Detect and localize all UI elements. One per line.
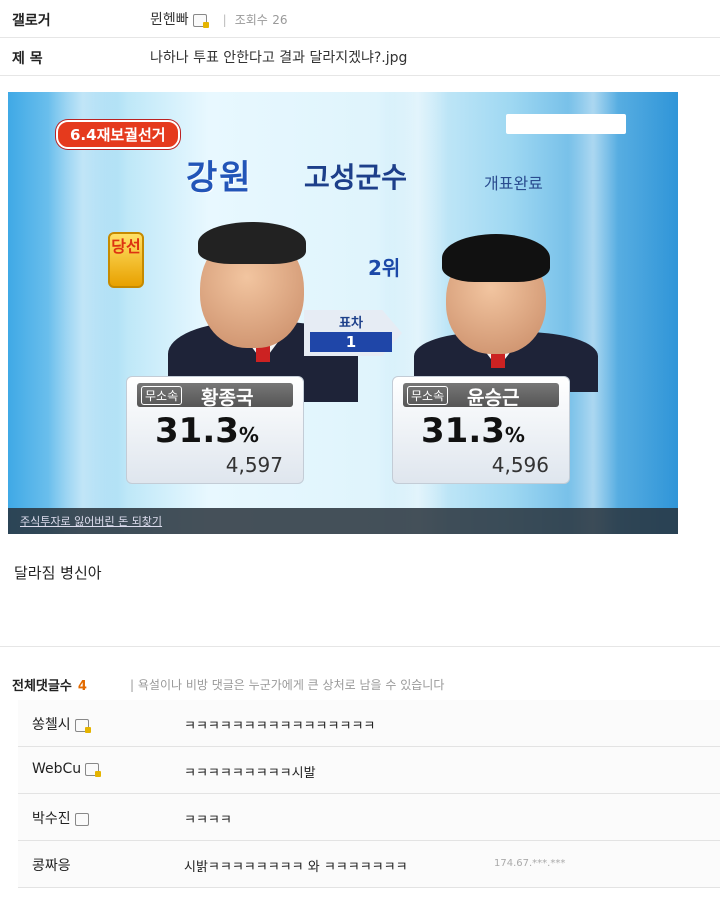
- candidate2-pct: 31.3%: [421, 411, 525, 451]
- count-status: 개표완료: [484, 174, 543, 193]
- winner-mark: 당선: [108, 232, 144, 288]
- candidate1-portrait: [148, 212, 358, 402]
- comment-row: 콩짜응 시밝ㅋㅋㅋㅋㅋㅋㅋㅋ 와 ㅋㅋㅋㅋㅋㅋㅋ 174.67.***.***: [18, 841, 720, 888]
- comment-author[interactable]: 콩짜응: [32, 855, 71, 875]
- curtain-decoration: [48, 92, 118, 534]
- comment-author[interactable]: 쏭첼시: [32, 714, 91, 734]
- comment-row: 박수진 ㅋㅋㅋㅋ: [18, 794, 720, 841]
- diff-label: 표차: [339, 316, 363, 331]
- comment-text: ㅋㅋㅋㅋㅋㅋㅋㅋㅋ시발: [184, 766, 316, 781]
- election-badge: 6.4재보궐선거: [56, 120, 180, 149]
- candidate2-party: 무소속: [407, 386, 449, 405]
- attached-image[interactable]: 6.4재보궐선거 강원 고성군수 개표완료 당선 2위 표차 1 무소속 황종국…: [8, 92, 678, 534]
- candidate2-name: 윤승근: [467, 387, 520, 409]
- gallog-icon[interactable]: [85, 762, 102, 777]
- comment-text: ㅋㅋㅋㅋㅋㅋㅋㅋㅋㅋㅋㅋㅋㅋㅋㅋ: [184, 719, 376, 734]
- censor-box: [506, 114, 626, 134]
- comment-ip: 174.67.***.***: [494, 858, 566, 869]
- comment-row: WebCu ㅋㅋㅋㅋㅋㅋㅋㅋㅋ시발: [18, 747, 720, 794]
- comment-text: 시밝ㅋㅋㅋㅋㅋㅋㅋㅋ 와 ㅋㅋㅋㅋㅋㅋㅋ: [184, 860, 408, 875]
- gallog-icon[interactable]: [74, 812, 89, 826]
- views-count: 26: [272, 13, 288, 27]
- ad-ticker: 주식투자로 잃어버린 돈 되찾기: [8, 508, 678, 534]
- region-label: 강원: [186, 158, 253, 198]
- candidate1-name: 황종국: [201, 387, 254, 409]
- gallog-icon[interactable]: [192, 13, 209, 28]
- author-info: 뮌헨빠 | 조회수 26: [150, 9, 288, 29]
- candidate1-pct: 31.3%: [155, 411, 259, 451]
- divider: |: [222, 13, 227, 27]
- comments-header: 전체댓글수 4 | 욕설이나 비방 댓글은 누군가에게 큰 상처로 남을 수 있습…: [0, 646, 720, 697]
- vote-difference: 표차 1: [304, 310, 402, 356]
- candidate1-card: 무소속 황종국 31.3% 4,597: [126, 376, 304, 484]
- ad-link[interactable]: 주식투자로 잃어버린 돈 되찾기: [20, 513, 162, 529]
- second-place-mark: 2위: [368, 256, 401, 280]
- post-title-row: 제 목 나하나 투표 안한다고 결과 달라지겠냐?.jpg: [0, 37, 720, 76]
- comment-count: 4: [77, 679, 87, 694]
- author-label: 갤로거: [12, 13, 51, 29]
- gallog-icon[interactable]: [74, 718, 91, 733]
- post-author-row: 갤로거 뮌헨빠 | 조회수 26: [0, 0, 720, 38]
- post-body: 달라짐 병신아: [14, 564, 102, 582]
- views-label: 조회수: [234, 13, 268, 27]
- post-title: 나하나 투표 안한다고 결과 달라지겠냐?.jpg: [150, 50, 408, 66]
- candidate1-party: 무소속: [141, 386, 183, 405]
- comment-author[interactable]: 박수진: [32, 808, 89, 828]
- candidate2-votes: 4,596: [491, 453, 549, 477]
- candidate2-card: 무소속 윤승근 31.3% 4,596: [392, 376, 570, 484]
- diff-value: 1: [310, 332, 392, 352]
- candidate2-portrait: [408, 232, 598, 392]
- comment-count-label: 전체댓글수 4: [12, 679, 87, 694]
- title-label: 제 목: [12, 51, 43, 67]
- comment-row: 쏭첼시 ㅋㅋㅋㅋㅋㅋㅋㅋㅋㅋㅋㅋㅋㅋㅋㅋ: [18, 700, 720, 747]
- comment-author[interactable]: WebCu: [32, 761, 102, 777]
- author-name[interactable]: 뮌헨빠: [150, 12, 189, 28]
- office-label: 고성군수: [304, 161, 408, 194]
- comment-notice: | 욕설이나 비방 댓글은 누군가에게 큰 상처로 남을 수 있습니다: [130, 678, 445, 692]
- candidate1-votes: 4,597: [225, 453, 283, 477]
- comment-text: ㅋㅋㅋㅋ: [184, 813, 232, 828]
